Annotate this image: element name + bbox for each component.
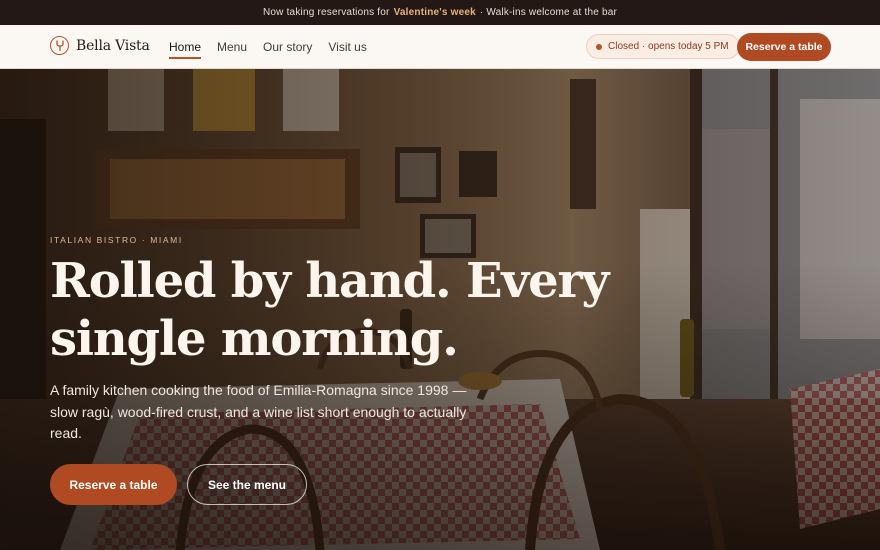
hero-section: ITALIAN BISTRO · MIAMI Rolled by hand. E… xyxy=(0,69,880,550)
top-navigation: Bella Vista Home Menu Our story Visit us… xyxy=(0,25,880,69)
announcement-suffix: · Walk-ins welcome at the bar xyxy=(479,7,617,18)
hero-menu-button[interactable]: See the menu xyxy=(187,464,307,505)
hero-headline: Rolled by hand. Every single morning. xyxy=(50,252,610,368)
brand-name: Bella Vista xyxy=(76,37,150,54)
brand-home-link[interactable]: Bella Vista xyxy=(50,36,150,55)
fork-logo-icon xyxy=(50,36,69,55)
nav-link-menu[interactable]: Menu xyxy=(217,25,247,69)
hero-headline-line2: single morning. xyxy=(50,311,459,367)
nav-reserve-button[interactable]: Reserve a table xyxy=(737,33,831,61)
announcement-highlight[interactable]: Valentine's week xyxy=(394,7,476,18)
opening-status-text: Closed · opens today 5 PM xyxy=(608,41,729,52)
announcement-prefix: Now taking reservations for xyxy=(263,7,390,18)
hero-headline-line1: Rolled by hand. Every xyxy=(50,253,609,309)
nav-link-our-story[interactable]: Our story xyxy=(263,25,312,69)
nav-link-visit-us[interactable]: Visit us xyxy=(328,25,366,69)
hero-subtitle: A family kitchen cooking the food of Emi… xyxy=(50,382,467,441)
nav-links: Home Menu Our story Visit us xyxy=(169,25,367,69)
nav-link-home[interactable]: Home xyxy=(169,25,202,69)
hero-reserve-button[interactable]: Reserve a table xyxy=(50,464,177,505)
announcement-bar: Now taking reservations for Valentine's … xyxy=(0,0,880,25)
hero-eyebrow: ITALIAN BISTRO · MIAMI xyxy=(50,235,183,245)
status-dot-icon xyxy=(596,43,602,50)
opening-status-badge: Closed · opens today 5 PM xyxy=(586,34,740,59)
